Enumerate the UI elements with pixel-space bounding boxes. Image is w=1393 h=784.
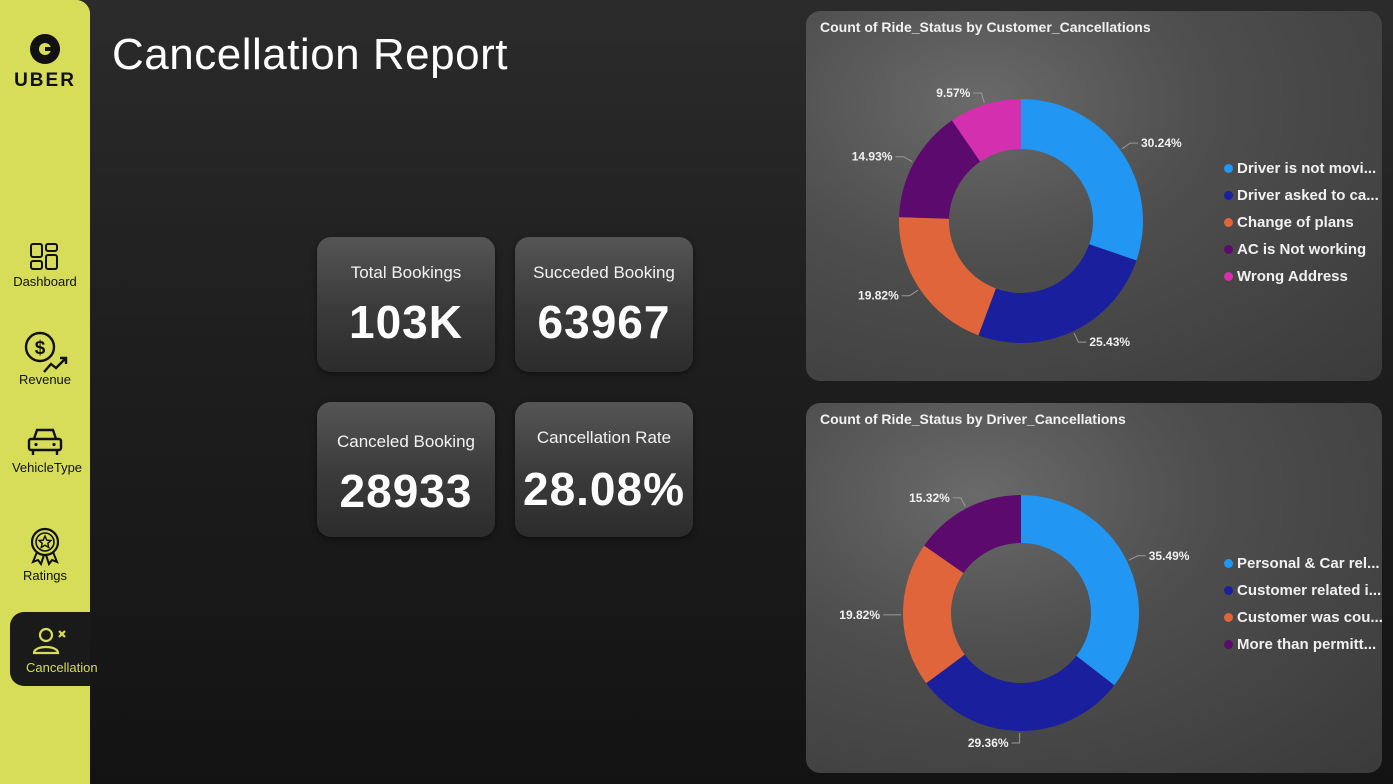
data-label: 19.82% <box>858 289 899 303</box>
uber-logo-icon <box>30 34 60 64</box>
legend-item[interactable]: More than permitt... <box>1224 631 1384 658</box>
leader-line <box>895 156 913 162</box>
svg-text:$: $ <box>35 338 46 359</box>
sidebar-item-cancellation[interactable]: Cancellation <box>10 612 98 686</box>
legend-label: Change of plans <box>1237 214 1354 231</box>
legend-label: Wrong Address <box>1237 268 1348 285</box>
sidebar-item-label: Revenue <box>18 372 72 387</box>
donut-slice[interactable] <box>926 654 1115 731</box>
driver-cancellations-chart[interactable]: Count of Ride_Status by Driver_Cancellat… <box>806 403 1384 773</box>
sidebar-item-label: Dashboard <box>13 274 77 289</box>
logo-text: UBER <box>14 70 76 91</box>
sidebar-item-label: Cancellation <box>26 660 98 675</box>
legend-label: AC is Not working <box>1237 241 1367 258</box>
uber-logo: UBER <box>0 34 90 92</box>
data-label: 15.32% <box>909 491 950 505</box>
leader-line <box>1128 555 1146 561</box>
leader-line <box>1121 142 1139 150</box>
leader-line <box>973 92 985 103</box>
legend-item[interactable]: AC is Not working <box>1224 236 1384 263</box>
legend-item[interactable]: Customer was cou... <box>1224 604 1384 631</box>
kpi-card-succeded-booking: Succeded Booking 63967 <box>515 237 693 372</box>
kpi-label: Canceled Booking <box>337 432 475 451</box>
kpi-label: Succeded Booking <box>533 263 675 282</box>
kpi-label: Total Bookings <box>350 263 462 282</box>
user-x-icon <box>32 627 66 655</box>
donut-slice[interactable] <box>899 217 996 336</box>
donut-slice[interactable] <box>1021 99 1143 261</box>
page-title: Cancellation Report <box>112 30 508 79</box>
revenue-icon: $ <box>24 331 68 373</box>
legend-swatch <box>1224 586 1233 595</box>
leader-line <box>901 289 919 297</box>
leader-line <box>952 497 966 507</box>
data-label: 14.93% <box>852 150 893 164</box>
legend-swatch <box>1224 245 1233 254</box>
legend-label: Driver is not movi... <box>1237 160 1377 177</box>
sidebar-bottom <box>0 686 90 784</box>
legend-item[interactable]: Wrong Address <box>1224 263 1384 290</box>
donut-slice[interactable] <box>978 244 1137 344</box>
car-icon <box>27 428 63 455</box>
legend-item[interactable]: Driver asked to ca... <box>1224 182 1384 209</box>
data-label: 29.36% <box>968 736 1009 750</box>
dashboard-icon <box>30 243 58 270</box>
sidebar-item-vehicletype[interactable]: VehicleType <box>0 426 90 475</box>
sidebar-item-ratings[interactable]: Ratings <box>0 526 90 583</box>
legend-label: Customer related i... <box>1237 582 1382 599</box>
legend-swatch <box>1224 191 1233 200</box>
kpi-card-canceled-booking: Canceled Booking 28933 <box>317 402 495 537</box>
legend-label: Customer was cou... <box>1237 609 1383 626</box>
data-label: 35.49% <box>1149 549 1190 563</box>
kpi-value: 28.08% <box>522 463 685 515</box>
chart-legend: Personal & Car rel... Customer related i.… <box>1224 550 1384 658</box>
legend-swatch <box>1224 218 1233 227</box>
legend-label: Driver asked to ca... <box>1237 187 1379 204</box>
sidebar-item-dashboard[interactable]: Dashboard <box>0 242 90 289</box>
legend-label: More than permitt... <box>1237 636 1377 653</box>
kpi-label: Cancellation Rate <box>536 428 672 447</box>
legend-swatch <box>1224 272 1233 281</box>
chart-legend: Driver is not movi... Driver asked to ca.… <box>1224 155 1384 290</box>
legend-swatch <box>1224 559 1233 568</box>
kpi-card-cancellation-rate: Cancellation Rate 28.08% <box>515 402 693 537</box>
legend-swatch <box>1224 640 1233 649</box>
legend-swatch <box>1224 164 1233 173</box>
customer-cancellations-chart[interactable]: Count of Ride_Status by Customer_Cancell… <box>806 11 1382 381</box>
data-label: 25.43% <box>1089 335 1130 349</box>
sidebar-item-revenue[interactable]: $ Revenue <box>0 330 90 387</box>
legend-label: Personal & Car rel... <box>1237 555 1380 572</box>
sidebar-item-label: VehicleType <box>11 460 83 475</box>
award-icon <box>30 527 60 566</box>
data-label: 9.57% <box>936 86 970 100</box>
legend-item[interactable]: Personal & Car rel... <box>1224 550 1384 577</box>
legend-item[interactable]: Customer related i... <box>1224 577 1384 604</box>
legend-item[interactable]: Driver is not movi... <box>1224 155 1384 182</box>
sidebar-item-label: Ratings <box>22 568 68 583</box>
donut-slice[interactable] <box>1021 495 1139 686</box>
legend-swatch <box>1224 613 1233 622</box>
leader-line <box>1073 332 1087 343</box>
data-label: 19.82% <box>839 608 880 622</box>
kpi-value: 63967 <box>537 296 671 348</box>
kpi-card-total-bookings: Total Bookings 103K <box>317 237 495 372</box>
kpi-value: 28933 <box>339 465 473 517</box>
kpi-value: 103K <box>349 296 463 348</box>
leader-line <box>1011 732 1021 744</box>
data-label: 30.24% <box>1141 136 1182 150</box>
legend-item[interactable]: Change of plans <box>1224 209 1384 236</box>
